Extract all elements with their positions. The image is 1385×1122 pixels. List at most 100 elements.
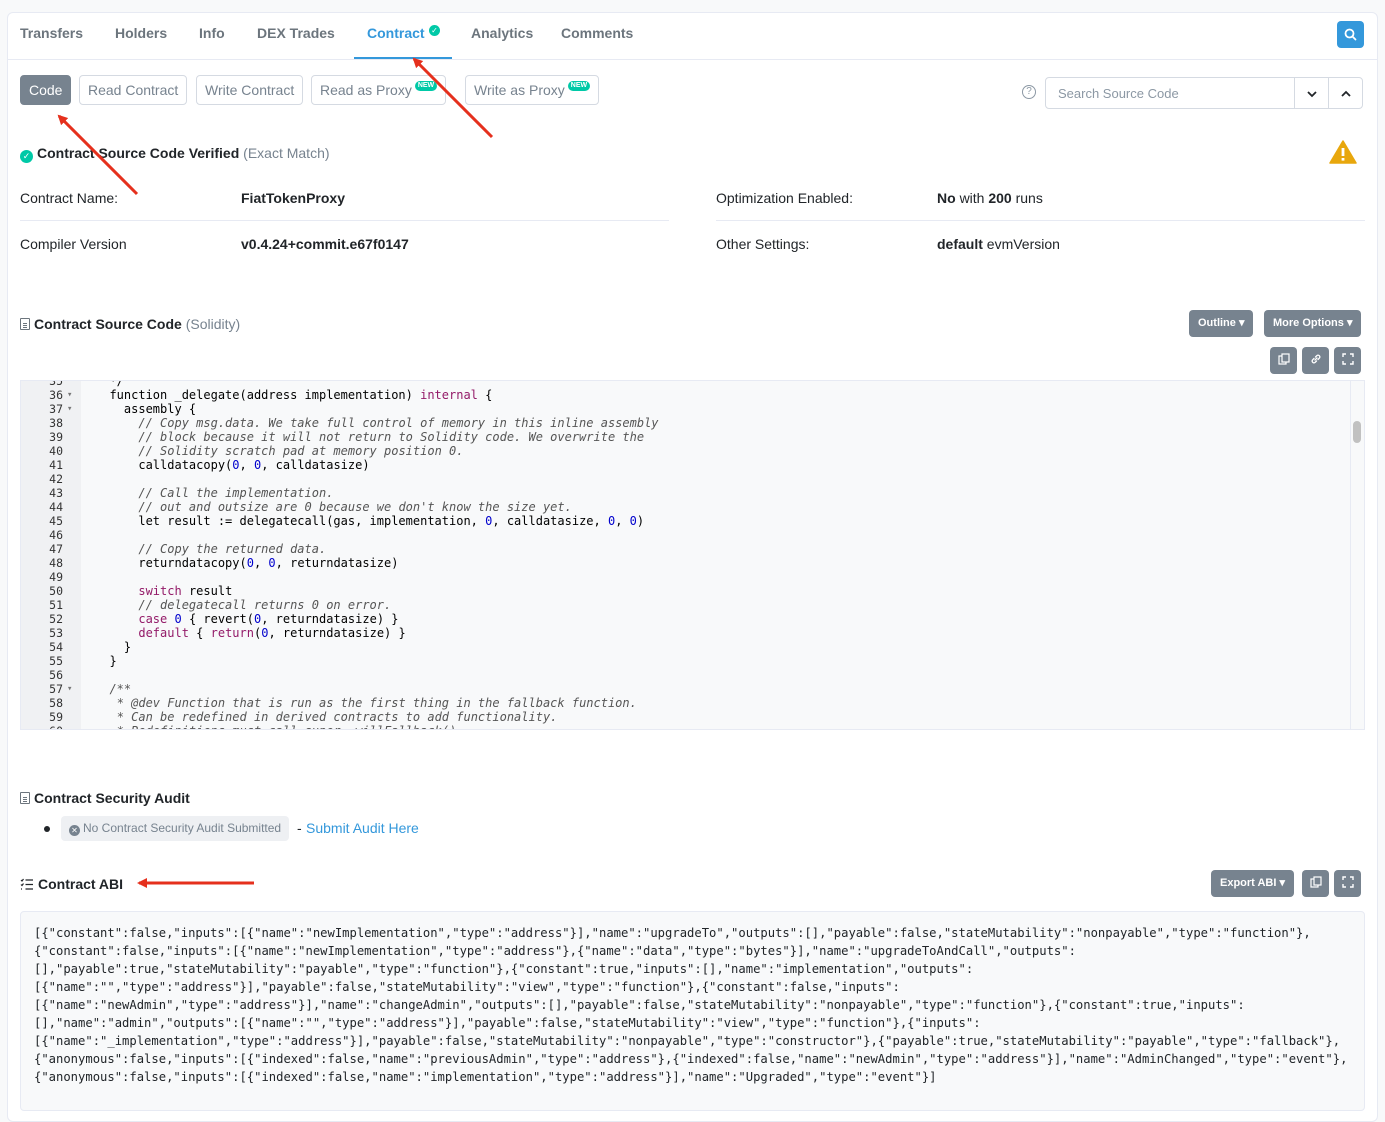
copy-abi-button[interactable] [1302, 870, 1329, 897]
read-as-proxy-button[interactable]: Read as Proxy NEW [311, 75, 447, 105]
search-prev-button[interactable] [1328, 77, 1363, 109]
read-contract-button[interactable]: Read Contract [79, 75, 188, 105]
list-bullet [44, 826, 50, 832]
line-number: 40 [49, 444, 63, 458]
code-line: 36 ▾ function _delegate(address implement… [21, 388, 1364, 402]
line-number: 43 [49, 486, 63, 500]
link-button[interactable] [1302, 347, 1329, 374]
outline-button[interactable]: Outline ▾ [1189, 310, 1254, 337]
code-text: returndatacopy(0, 0, returndatasize) [95, 556, 399, 570]
fullscreen-abi-button[interactable] [1334, 870, 1361, 897]
line-number: 37 [49, 402, 63, 416]
line-number: 60 [21, 724, 63, 729]
warning-icon[interactable] [1329, 140, 1357, 164]
code-line: 58 * @dev Function that is run as the fi… [21, 696, 1364, 710]
code-lines: 35 */36 ▾ function _delegate(address impl… [21, 380, 1364, 729]
other-settings-value: default evmVersion [937, 236, 1060, 252]
line-number: 56 [49, 668, 63, 682]
code-text: /** [109, 682, 132, 696]
code-line: 37 ▾ assembly { [21, 402, 1364, 416]
code-line: 53 default { return(0, returndatasize) } [21, 626, 1364, 640]
source-code-title: Contract Source Code [34, 316, 182, 332]
check-circle-icon: ✓ [20, 150, 33, 163]
code-line: 40 // Solidity scratch pad at memory pos… [21, 444, 1364, 458]
fold-toggle-icon[interactable]: ▾ [67, 388, 72, 402]
code-text: let result := delegatecall(gas, implemen… [95, 514, 645, 528]
help-icon[interactable]: ? [1022, 85, 1036, 99]
code-button[interactable]: Code [20, 75, 72, 105]
line-number: 48 [49, 556, 63, 570]
submit-audit-link[interactable]: Submit Audit Here [306, 820, 419, 836]
line-number: 57 [49, 682, 63, 696]
line-number: 46 [49, 528, 63, 542]
search-next-button[interactable] [1294, 77, 1329, 109]
other-settings-label: Other Settings: [716, 236, 810, 252]
times-circle-icon: ✕ [69, 825, 80, 836]
code-line: 41 calldatacopy(0, 0, calldatasize) [21, 458, 1364, 472]
settings-default: default [937, 236, 983, 252]
code-text: } [95, 654, 117, 668]
export-abi-label: Export ABI [1220, 877, 1277, 889]
fold-toggle-icon[interactable]: ▾ [67, 682, 72, 696]
compiler-version-value: v0.4.24+commit.e67f0147 [241, 236, 409, 252]
tab-contract[interactable]: Contract [367, 25, 425, 41]
source-code-editor[interactable]: 35 */36 ▾ function _delegate(address impl… [20, 380, 1365, 730]
fold-toggle-icon[interactable]: ▾ [67, 402, 72, 416]
security-audit-heading: Contract Security Audit [20, 790, 190, 806]
line-number: 42 [49, 472, 63, 486]
security-audit-title: Contract Security Audit [34, 790, 190, 806]
code-text: case 0 { revert(0, returndatasize) } [138, 612, 399, 626]
caret-down-icon: ▾ [1238, 317, 1245, 329]
copy-source-button[interactable] [1270, 347, 1297, 374]
source-lang: (Solidity) [185, 316, 241, 332]
line-number: 44 [49, 500, 63, 514]
code-line: 52 case 0 { revert(0, returndatasize) } [21, 612, 1364, 626]
tab-holders[interactable]: Holders [115, 25, 167, 41]
expand-icon [1341, 876, 1354, 888]
code-line: 51 // delegatecall returns 0 on error. [21, 598, 1364, 612]
source-code-heading: Contract Source Code (Solidity) [20, 316, 240, 332]
document-icon [20, 792, 30, 804]
code-line: 39 // block because it will not return t… [21, 430, 1364, 444]
contract-abi-title: Contract ABI [38, 876, 124, 892]
optimization-with: with [959, 190, 985, 206]
tab-bar: Transfers Holders Info DEX Trades Contra… [8, 13, 1377, 60]
code-text: } [95, 640, 132, 654]
abi-text[interactable]: [{"constant":false,"inputs":[{"name":"ne… [20, 911, 1365, 1111]
search-button[interactable] [1337, 21, 1364, 48]
line-number: 38 [49, 416, 63, 430]
code-line: 49 [21, 570, 1364, 584]
line-number: 59 [49, 710, 63, 724]
tab-transfers[interactable]: Transfers [20, 25, 83, 41]
code-line: 43 // Call the implementation. [21, 486, 1364, 500]
code-text: */ [95, 380, 124, 388]
tab-dex-trades[interactable]: DEX Trades [257, 25, 335, 41]
export-abi-button[interactable]: Export ABI ▾ [1211, 870, 1295, 897]
code-line: 57 ▾ /** [21, 682, 1364, 696]
code-line: 60 * Redefinitions must call super._will… [21, 724, 1364, 729]
search-icon [1344, 28, 1357, 41]
tab-comments[interactable]: Comments [561, 25, 633, 41]
link-icon [1311, 354, 1320, 364]
new-badge: NEW [414, 81, 438, 91]
contract-card: Transfers Holders Info DEX Trades Contra… [7, 12, 1378, 1122]
line-number: 58 [49, 696, 63, 710]
caret-down-icon: ▾ [1279, 877, 1286, 889]
line-number: 41 [49, 458, 63, 472]
more-options-button[interactable]: More Options ▾ [1264, 310, 1362, 337]
tab-analytics[interactable]: Analytics [471, 25, 533, 41]
fullscreen-source-button[interactable] [1334, 347, 1361, 374]
scrollbar-thumb[interactable] [1353, 421, 1361, 443]
code-text: // Copy the returned data. [138, 542, 327, 556]
line-number: 49 [49, 570, 63, 584]
editor-scrollbar[interactable] [1350, 381, 1364, 729]
tab-info[interactable]: Info [199, 25, 225, 41]
divider [20, 220, 669, 221]
code-text: * Can be redefined in derived contracts … [116, 710, 558, 724]
code-text: calldatacopy(0, 0, calldatasize) [95, 458, 370, 472]
write-as-proxy-button[interactable]: Write as Proxy NEW [465, 75, 600, 105]
search-source-input[interactable] [1045, 77, 1295, 109]
divider [716, 220, 1365, 221]
line-number: 54 [49, 640, 63, 654]
write-contract-button[interactable]: Write Contract [196, 75, 304, 105]
